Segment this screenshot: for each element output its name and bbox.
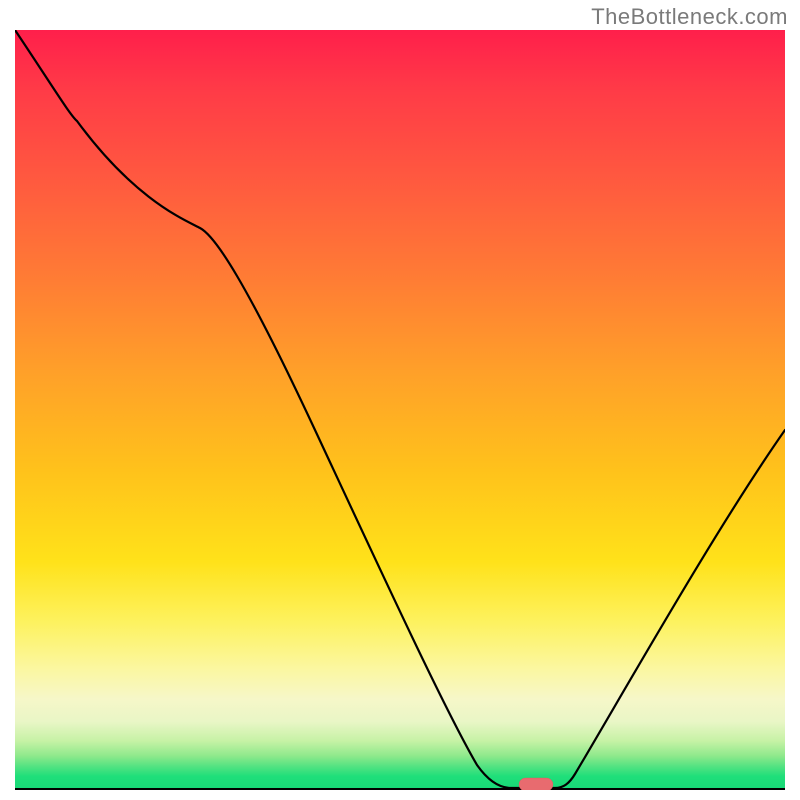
gradient-background [15,30,785,790]
watermark-text: TheBottleneck.com [591,4,788,30]
chart-stage: TheBottleneck.com [0,0,800,800]
